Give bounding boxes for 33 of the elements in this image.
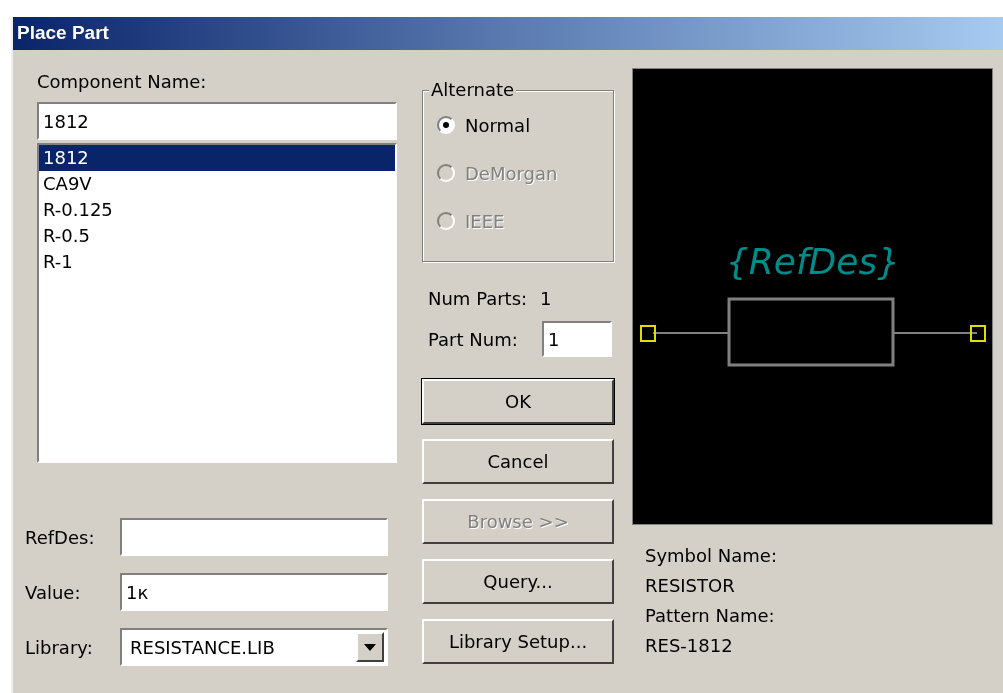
part-num-label: Part Num:	[428, 327, 519, 352]
component-list-item[interactable]: 1812	[39, 145, 395, 171]
radio-label: IEEE	[465, 209, 505, 234]
dialog-button[interactable]: Cancel	[422, 439, 614, 484]
dropdown-value: RESISTANCE.LIB	[129, 635, 276, 660]
symbol-info-text: RES-1812	[645, 634, 734, 658]
radio-label: Normal	[465, 113, 531, 138]
field-label: Value:	[25, 580, 82, 605]
symbol-info-text: Symbol Name:	[645, 544, 778, 568]
refdes-label: {RefDes}	[725, 241, 901, 282]
dialog-button[interactable]: Library Setup...	[422, 619, 614, 664]
component-list-item[interactable]: R-1	[39, 249, 395, 275]
symbol-info-text: Pattern Name:	[645, 604, 776, 628]
radio-label: DeMorgan	[465, 161, 558, 186]
component-list-item[interactable]: R-0.125	[39, 197, 395, 223]
window-title: Place Part	[13, 17, 1003, 50]
dialog-button[interactable]: Query...	[422, 559, 614, 604]
component-list-item[interactable]: CA9V	[39, 171, 395, 197]
component-list-item[interactable]: R-0.5	[39, 223, 395, 249]
radio-option[interactable]: Normal	[437, 111, 613, 139]
dialog-button[interactable]: OK	[422, 379, 614, 424]
field-label: Library:	[25, 635, 94, 660]
input-field[interactable]	[120, 518, 388, 556]
num-parts-label: Num Parts:	[428, 286, 529, 311]
library-dropdown[interactable]: RESISTANCE.LIB	[120, 628, 388, 666]
radio-button[interactable]	[437, 116, 455, 134]
component-name-label: Component Name:	[36, 70, 208, 94]
num-parts-value: 1	[540, 286, 552, 311]
symbol-info-text: RESISTOR	[645, 574, 736, 598]
part-num-field[interactable]: 1	[542, 321, 612, 357]
input-field[interactable]: 1к	[120, 573, 388, 611]
component-name-field[interactable]: 1812	[37, 102, 397, 140]
field-label: RefDes:	[25, 525, 96, 550]
